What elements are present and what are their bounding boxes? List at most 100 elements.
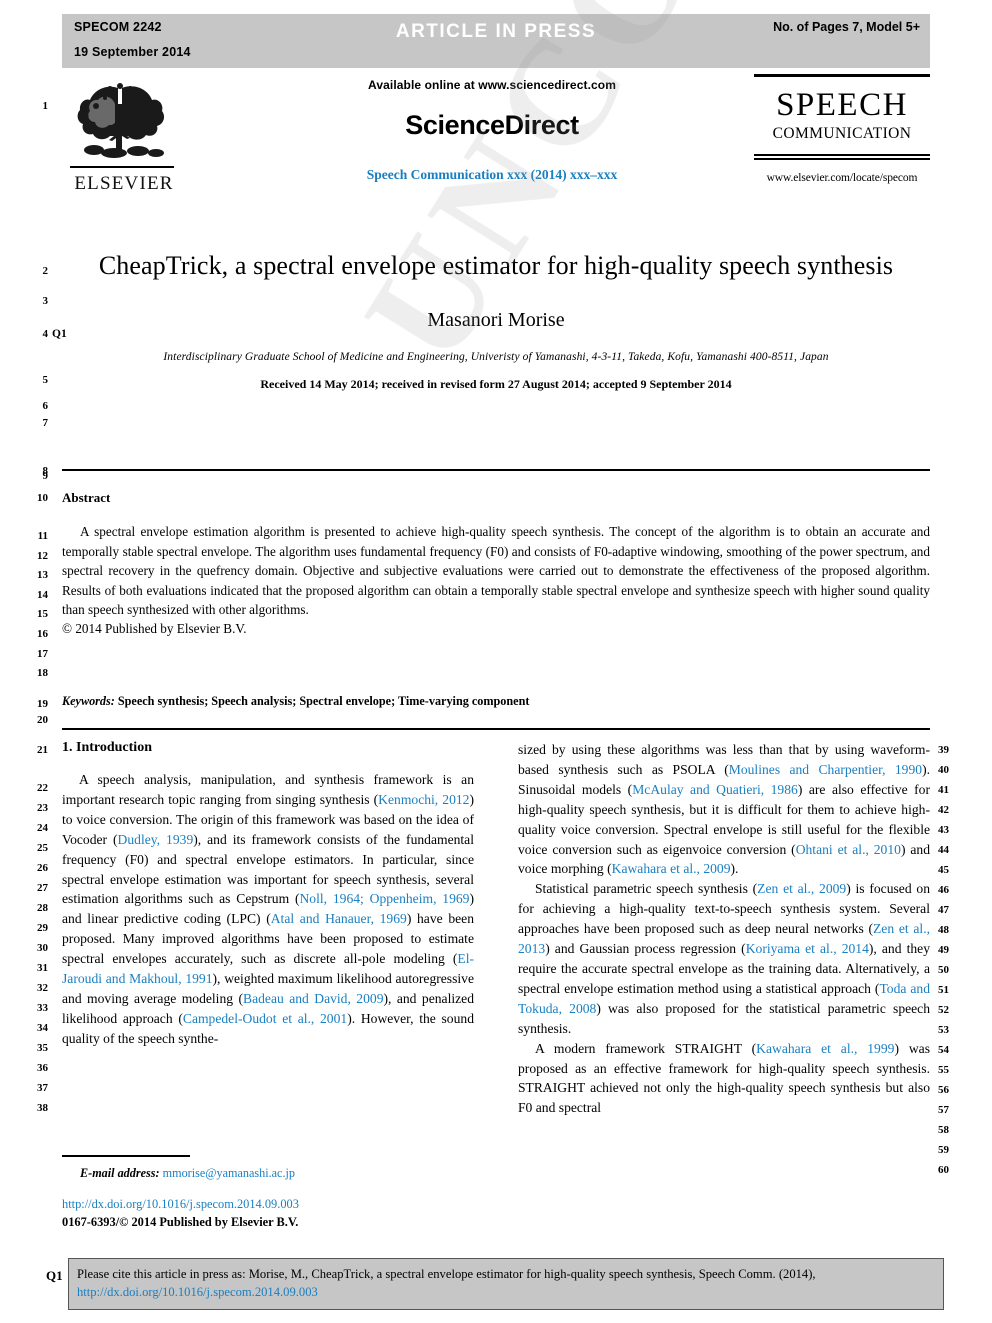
line-number: 20 — [37, 714, 48, 726]
line-number: 29 — [37, 922, 48, 934]
line-number: 55 — [938, 1064, 949, 1076]
citation-reference[interactable]: Ohtani et al., 2010 — [796, 842, 901, 857]
elsevier-tree-icon — [72, 74, 168, 166]
line-number: 44 — [938, 844, 949, 856]
line-number: 36 — [37, 1062, 48, 1074]
citation-reference[interactable]: Dudley, 1939 — [118, 832, 194, 847]
citation-query-marker: Q1 — [46, 1268, 63, 1283]
line-number: 3 — [42, 295, 49, 307]
line-number: 18 — [37, 667, 48, 679]
body-top-rule — [62, 728, 930, 730]
citation-sentence: Please cite this article in press as: Mo… — [77, 1267, 816, 1281]
proof-date: 19 September 2014 — [74, 45, 191, 59]
line-number: 5 — [42, 374, 49, 386]
citation-reference[interactable]: Zen et al., 2009 — [757, 881, 846, 896]
body-column-right: sized by using these algorithms was less… — [518, 740, 930, 1118]
line-number: 30 — [37, 942, 48, 954]
line-number: 28 — [37, 902, 48, 914]
citation-reference[interactable]: Moulines and Charpentier, 1990 — [729, 762, 922, 777]
email-label: E-mail address: — [80, 1165, 160, 1180]
page-title: CheapTrick, a spectral envelope estimato… — [98, 251, 894, 280]
line-number: 21 — [37, 744, 48, 756]
line-number: 15 — [37, 608, 48, 620]
abstract-heading: Abstract — [62, 490, 111, 505]
citation-reference[interactable]: McAulay and Quatieri, 1986 — [632, 782, 798, 797]
line-number: 50 — [938, 964, 949, 976]
paragraph: Statistical parametric speech synthesis … — [518, 879, 930, 1038]
author-affiliation: Interdisciplinary Graduate School of Med… — [163, 351, 829, 364]
please-cite-text: Please cite this article in press as: Mo… — [69, 1259, 943, 1302]
submission-history: Received 14 May 2014; received in revise… — [260, 377, 732, 392]
line-number: 16 — [37, 628, 48, 640]
citation-reference[interactable]: Atal and Hanauer, 1969 — [271, 911, 407, 926]
line-number: 13 — [37, 569, 48, 581]
page-count-note: No. of Pages 7, Model 5+ — [773, 20, 920, 34]
line-number: 12 — [37, 550, 48, 562]
section-heading-introduction: 1. Introduction — [62, 740, 152, 755]
journal-homepage-url[interactable]: www.elsevier.com/locate/specom — [754, 172, 930, 184]
logo-rule-top — [754, 74, 930, 77]
line-number: 54 — [938, 1044, 949, 1056]
journal-title-sub: COMMUNICATION — [772, 125, 912, 142]
elsevier-logo: ELSEVIER — [64, 74, 184, 199]
line-number: 60 — [938, 1164, 949, 1176]
email-address-link[interactable]: mmorise@yamanashi.ac.jp — [163, 1166, 295, 1180]
elsevier-logo-rule — [70, 166, 174, 168]
journal-masthead: ELSEVIER Available online at www.science… — [62, 72, 930, 204]
line-number: 27 — [37, 882, 48, 894]
line-number: 33 — [37, 1002, 48, 1014]
line-number: 57 — [938, 1104, 949, 1116]
imprint-block: http://dx.doi.org/10.1016/j.specom.2014.… — [62, 1196, 474, 1231]
please-cite-box: Please cite this article in press as: Mo… — [68, 1258, 944, 1310]
line-number: 40 — [938, 764, 949, 776]
citation-reference[interactable]: Noll, 1964; Oppenheim, 1969 — [299, 891, 469, 906]
line-number: 46 — [938, 884, 949, 896]
citation-reference[interactable]: Kawahara et al., 2009 — [612, 861, 731, 876]
footnote-block: E-mail address: mmorise@yamanashi.ac.jp — [62, 1155, 474, 1181]
line-number: 1 — [42, 100, 49, 112]
citation-reference[interactable]: Campedel-Oudot et al., 2001 — [183, 1011, 347, 1026]
sciencedirect-wordmark: ScienceDirect — [405, 110, 579, 140]
citation-reference[interactable]: Kawahara et al., 1999 — [756, 1041, 894, 1056]
line-number: 58 — [938, 1124, 949, 1136]
line-number: 14 — [37, 589, 48, 601]
paragraph: sized by using these algorithms was less… — [518, 740, 930, 879]
keywords-line: Keywords: Speech synthesis; Speech analy… — [62, 694, 930, 709]
journal-title-main: SPEECH — [776, 87, 908, 123]
body-column-left: 1. Introduction A speech analysis, manip… — [62, 740, 474, 1049]
line-number: 38 — [37, 1102, 48, 1114]
citation-reference[interactable]: Kenmochi, 2012 — [378, 792, 469, 807]
citation-reference[interactable]: Badeau and David, 2009 — [243, 991, 383, 1006]
body-text: Statistical parametric speech synthesis … — [535, 881, 758, 897]
line-number: 52 — [938, 1004, 949, 1016]
sciencedirect-block: Available online at www.sciencedirect.co… — [262, 78, 722, 183]
line-number: 22 — [37, 782, 48, 794]
line-number: 17 — [37, 648, 48, 660]
abstract-top-rule — [62, 469, 930, 471]
body-text: ) and Gaussian process regression ( — [545, 941, 746, 957]
citation-doi-link[interactable]: http://dx.doi.org/10.1016/j.specom.2014.… — [77, 1285, 318, 1299]
line-number: 43 — [938, 824, 949, 836]
available-online-text: Available online at www.sciencedirect.co… — [368, 78, 616, 92]
line-number: 31 — [37, 962, 48, 974]
query-marker-q1: Q1 — [52, 328, 67, 340]
abstract-section: Abstract A spectral envelope estimation … — [62, 490, 930, 637]
issn-copyright-line: 0167-6393/© 2014 Published by Elsevier B… — [62, 1214, 299, 1229]
doi-link[interactable]: http://dx.doi.org/10.1016/j.specom.2014.… — [62, 1196, 474, 1214]
journal-citation-line[interactable]: Speech Communication xxx (2014) xxx–xxx — [262, 167, 722, 183]
line-number: 7 — [42, 417, 49, 429]
line-number: 47 — [938, 904, 949, 916]
line-number: 35 — [37, 1042, 48, 1054]
line-number: 49 — [938, 944, 949, 956]
citation-reference[interactable]: Koriyama et al., 2014 — [746, 941, 869, 956]
line-number: 6 — [42, 400, 49, 412]
line-number: 56 — [938, 1084, 949, 1096]
line-number: 59 — [938, 1144, 949, 1156]
speech-communication-logo: SPEECH COMMUNICATION www.elsevier.com/lo… — [754, 74, 930, 184]
line-number: 19 — [37, 698, 48, 710]
line-number: 41 — [938, 784, 949, 796]
line-number: 45 — [938, 864, 949, 876]
line-number: 32 — [37, 982, 48, 994]
keywords-label: Keywords: — [62, 694, 115, 708]
line-number: 9 — [42, 470, 49, 482]
